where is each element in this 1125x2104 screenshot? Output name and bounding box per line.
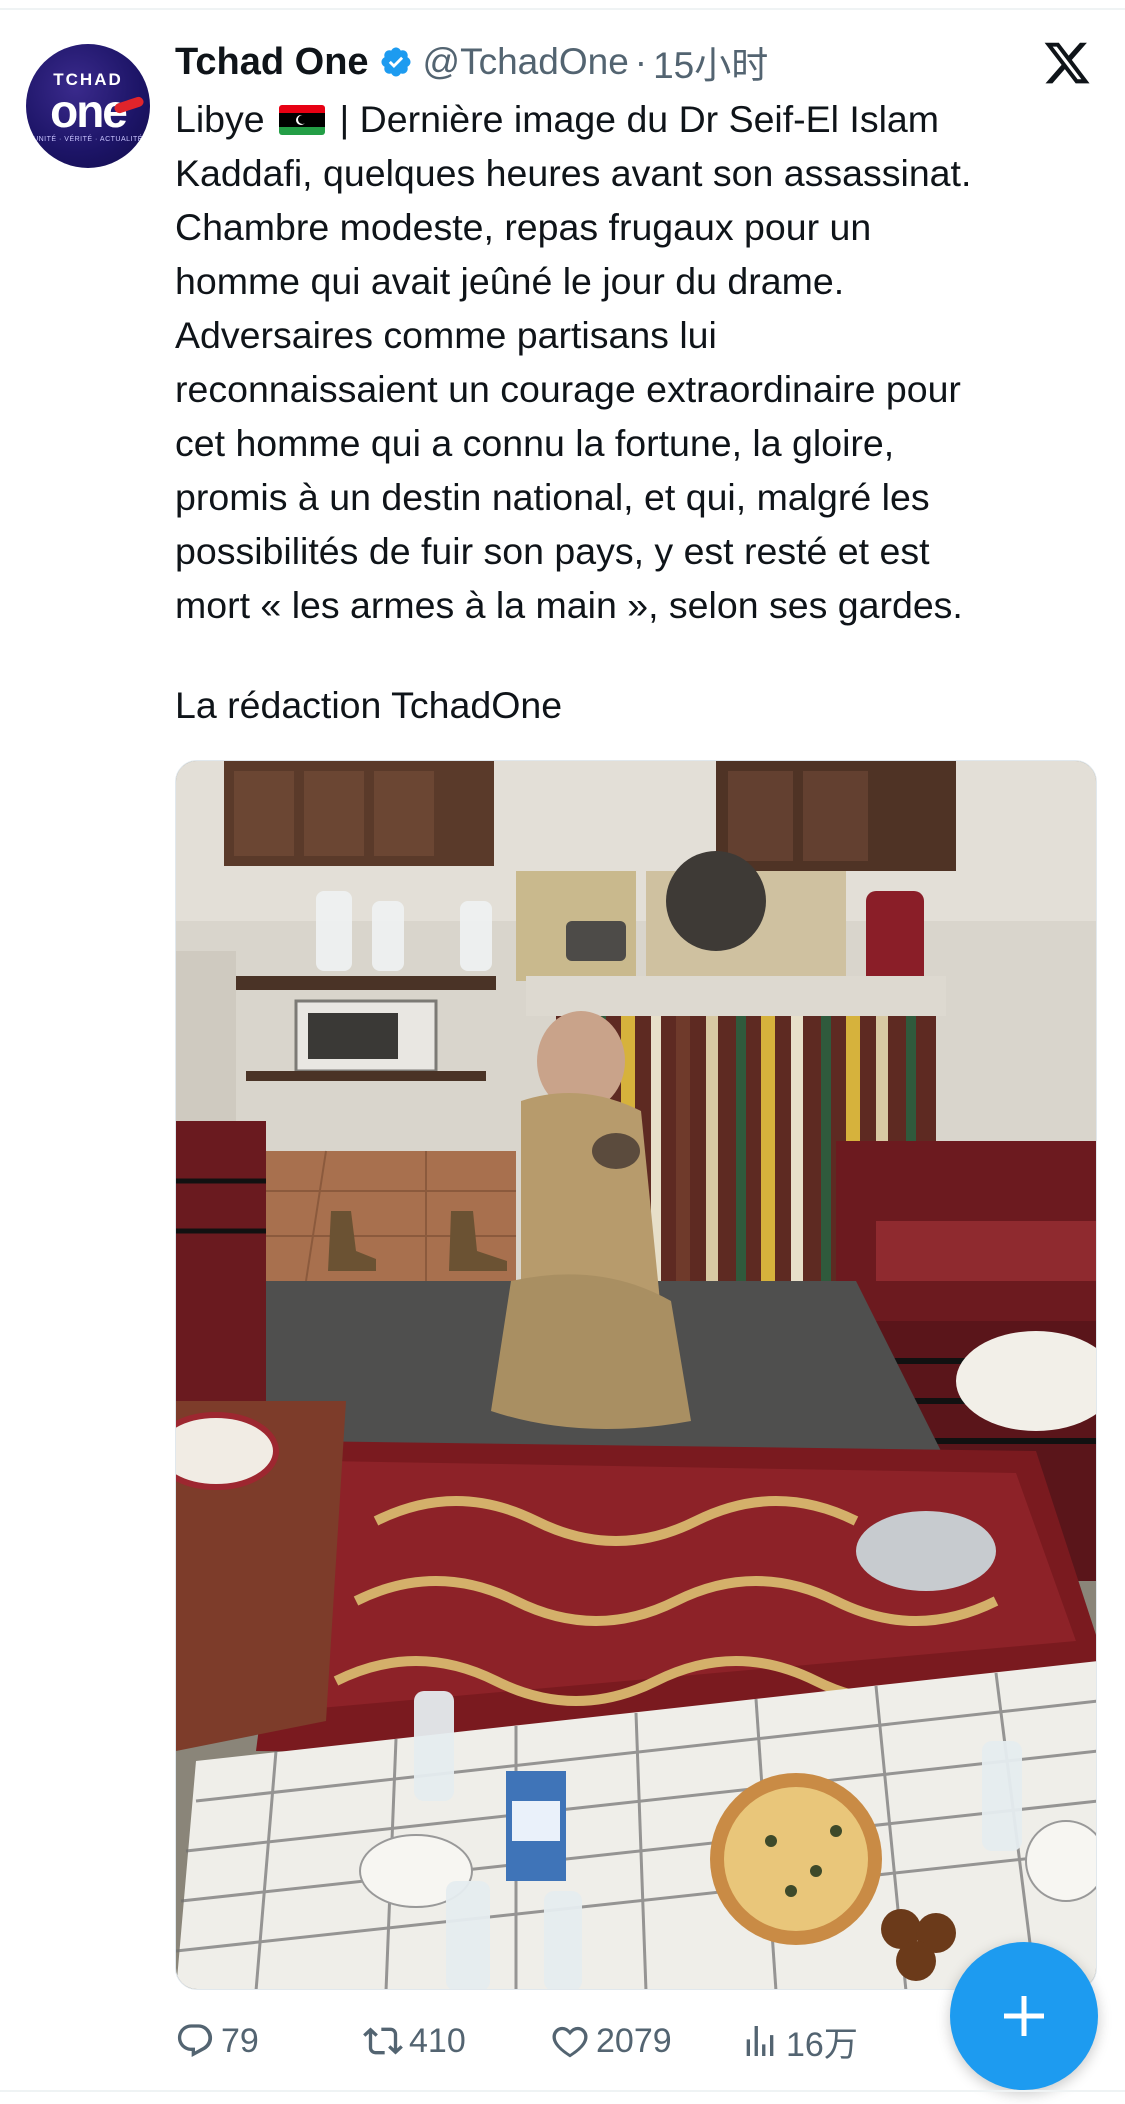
avatar-wordmark: one	[50, 85, 128, 137]
tweet-line-1: Libye | Dernière image du Dr Seif-El Isl…	[175, 92, 1105, 146]
tweet-line: mort « les armes à la main », selon ses …	[175, 584, 963, 626]
heart-icon	[552, 2026, 588, 2058]
bottom-divider	[0, 2090, 1125, 2092]
tweet-line: Adversaires comme partisans lui	[175, 314, 717, 356]
verified-badge-icon	[381, 47, 411, 77]
header-separator: ·	[634, 41, 648, 82]
like-count: 2079	[596, 2021, 672, 2060]
retweet-button[interactable]: 410	[363, 2016, 466, 2066]
top-divider	[0, 8, 1125, 10]
reply-count: 79	[221, 2021, 259, 2060]
country-label: Libye	[175, 98, 265, 140]
tweet-signature: La rédaction TchadOne	[175, 684, 563, 726]
plus-icon	[1004, 1996, 1044, 2036]
author-avatar[interactable]: TCHAD one UNITÉ · VÉRITÉ · ACTUALITÉ	[26, 44, 150, 168]
room-photo-illustration	[176, 761, 1096, 1989]
libya-flag-icon	[279, 105, 326, 135]
avatar-tagline: UNITÉ · VÉRITÉ · ACTUALITÉ	[33, 136, 143, 143]
tweet-line: Kaddafi, quelques heures avant son assas…	[175, 152, 972, 194]
tweet-line: promis à un destin national, et qui, mal…	[175, 476, 930, 518]
reply-icon	[177, 2024, 213, 2058]
tweet-action-bar: 79 410 2079 16万	[175, 2016, 1075, 2066]
retweet-count: 410	[409, 2021, 466, 2060]
tweet-line: possibilités de fuir son pays, y est res…	[175, 530, 930, 572]
views-button[interactable]: 16万	[740, 2016, 858, 2066]
x-logo-icon	[1044, 42, 1090, 84]
reply-button[interactable]: 79	[175, 2016, 259, 2066]
like-button[interactable]: 2079	[550, 2016, 672, 2066]
tweet-line: reconnaissaient un courage extraordinair…	[175, 368, 961, 410]
retweet-icon	[363, 2027, 403, 2055]
tweet-body: Libye | Dernière image du Dr Seif-El Isl…	[175, 92, 1105, 632]
author-handle[interactable]: @TchadOne	[423, 41, 629, 83]
tweet-line: Chambre modeste, repas frugaux pour un	[175, 206, 872, 248]
author-display-name[interactable]: Tchad One	[175, 41, 369, 84]
analytics-icon	[746, 2026, 774, 2056]
tweet-timestamp[interactable]: 15小时	[653, 35, 768, 89]
views-count: 16万	[786, 2025, 858, 2064]
tweet-line-text: | Dernière image du Dr Seif-El Islam	[339, 98, 940, 140]
tweet-photo[interactable]	[175, 760, 1097, 1990]
compose-fab-button[interactable]	[950, 1942, 1098, 2090]
tweet-line: cet homme qui a connu la fortune, la glo…	[175, 422, 895, 464]
tweet-header: Tchad One @TchadOne · 15小时	[175, 35, 768, 89]
tweet-line: homme qui avait jeûné le jour du drame.	[175, 260, 845, 302]
